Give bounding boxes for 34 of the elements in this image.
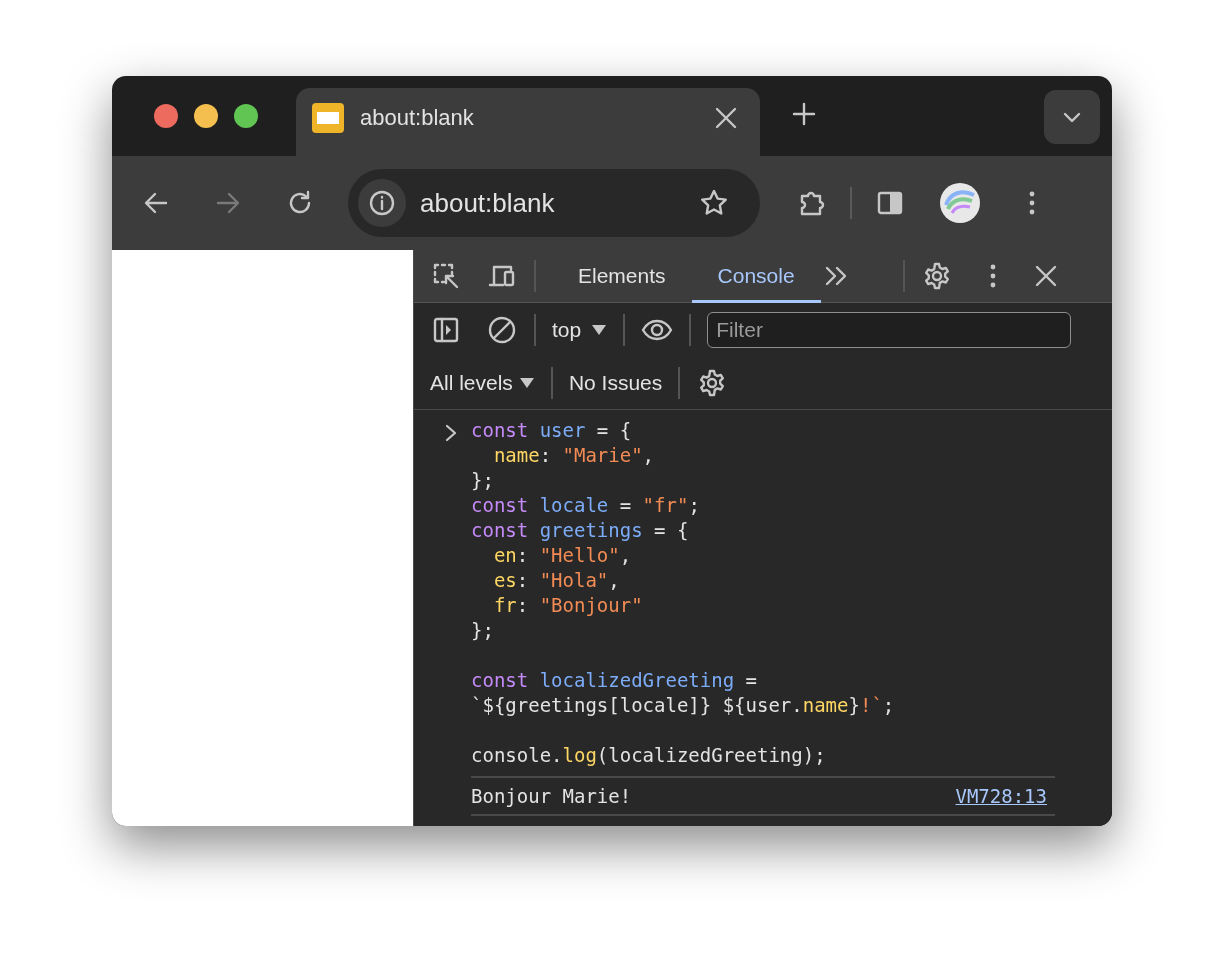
clear-console-icon[interactable] [486, 314, 518, 346]
browser-tab[interactable]: about:blank [296, 88, 760, 156]
minimize-window-button[interactable] [194, 104, 218, 128]
code-line: en: "Hello", [493, 543, 633, 568]
devtools-tab[interactable]: Elements [552, 249, 692, 303]
source-link[interactable]: VM728:13 [955, 785, 1047, 807]
site-info-button[interactable] [358, 179, 406, 227]
code-line: name: "Marie", [493, 443, 656, 468]
code-line: const locale = "fr"; [471, 493, 701, 518]
log-levels-dropdown[interactable]: All levels [430, 371, 535, 395]
address-text: about:blank [420, 187, 556, 219]
code-line: console.log(localizedGreeting); [471, 743, 827, 768]
favicon-icon [312, 103, 344, 133]
caret-icon [518, 377, 535, 389]
code-line: const localizedGreeting = [471, 668, 758, 693]
tab-title: about:blank [360, 105, 475, 131]
filter-field[interactable]: Filter [707, 312, 1072, 348]
caret-icon [591, 324, 608, 336]
code-line: }; [471, 618, 495, 643]
issues-button[interactable]: No Issues [568, 371, 663, 395]
devtools-tab[interactable]: Console [691, 249, 821, 303]
context-dropdown[interactable]: top [552, 318, 608, 342]
console-output: Bonjour Marie! [471, 785, 632, 807]
zoom-window-button[interactable] [234, 104, 258, 128]
code-line: const greetings = { [471, 518, 690, 543]
prompt-chevron-icon [444, 424, 458, 442]
avatar-icon[interactable] [940, 183, 980, 223]
code-line: fr: "Bonjour" [493, 593, 644, 618]
code-line: }; [471, 468, 495, 493]
address-bar[interactable]: about:blank [348, 169, 760, 237]
code-line: const user = { [471, 418, 633, 443]
code-line: es: "Hola", [493, 568, 621, 593]
close-window-button[interactable] [154, 104, 178, 128]
code-line: `${greetings[locale]} ${user.name}!`; [471, 693, 895, 718]
